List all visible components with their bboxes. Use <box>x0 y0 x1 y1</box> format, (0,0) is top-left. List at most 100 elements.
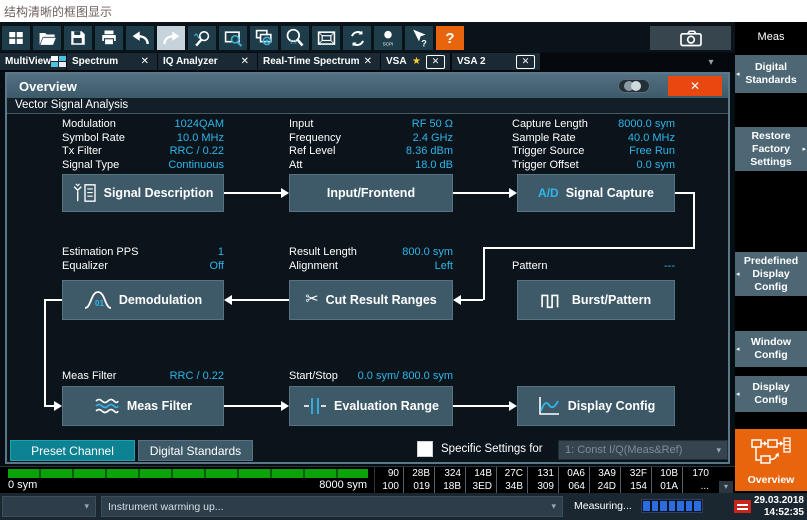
range-markers-icon <box>303 397 327 415</box>
block-label: Burst/Pattern <box>572 293 651 307</box>
fit-frame-button[interactable] <box>312 26 340 50</box>
tab-list-dropdown[interactable]: ▾ <box>700 55 722 70</box>
input-frontend-block[interactable]: Input/Frontend <box>289 174 453 212</box>
close-tab-icon[interactable]: ✕ <box>516 55 535 69</box>
capture-buffer-bar <box>8 469 368 478</box>
close-tab-icon[interactable]: ✕ <box>426 55 445 69</box>
zoom-1to1-button[interactable]: 1:1 <box>281 26 309 50</box>
softkey-digital-standards[interactable]: ◂Digital Standards <box>735 55 807 93</box>
svg-text:SCPI: SCPI <box>383 42 394 47</box>
context-help-button[interactable]: ? <box>405 26 433 50</box>
connector <box>44 299 46 406</box>
meas-filter-block[interactable]: Meas Filter <box>62 386 224 426</box>
screenshot-button[interactable] <box>650 26 731 50</box>
expand-left-icon: ◂ <box>736 68 740 81</box>
tab-iq-analyzer[interactable]: IQ Analyzer✕ <box>158 53 257 70</box>
expand-left-icon: ◂ <box>736 268 740 281</box>
connector <box>224 405 281 407</box>
overview-toggle[interactable] <box>618 79 650 93</box>
connector <box>453 405 509 407</box>
close-tab-icon[interactable]: ✕ <box>238 56 252 67</box>
status-message-select[interactable]: Instrument warming up...▾ <box>101 496 563 517</box>
block-label: Display Config <box>568 399 656 413</box>
table-row: 90 28B 324 14B 27C 131 0A6 3A9 32F 10B 1… <box>375 467 735 480</box>
error-log-icon[interactable] <box>734 500 751 513</box>
display-config-block[interactable]: Display Config <box>517 386 675 426</box>
undo-icon <box>131 29 150 48</box>
symbol-table: 90 28B 324 14B 27C 131 0A6 3A9 32F 10B 1… <box>374 467 735 494</box>
tab-multiview[interactable]: MultiView <box>0 53 66 70</box>
zoom-screen-button[interactable] <box>219 26 247 50</box>
softkey-display-config[interactable]: ◂Display Config <box>735 376 807 412</box>
dialog-footer: Preset Channel Digital Standards Specifi… <box>7 438 728 462</box>
undo-button[interactable] <box>126 26 154 50</box>
connector <box>224 192 281 194</box>
cut-result-ranges-block[interactable]: ✂ Cut Result Ranges <box>289 280 453 320</box>
softkey-overview[interactable]: Overview <box>735 429 807 491</box>
scpi-icon: SCPI <box>378 28 398 48</box>
redo-button[interactable] <box>157 26 185 50</box>
chevron-down-icon: ▾ <box>716 445 721 456</box>
block-label: Meas Filter <box>127 399 192 413</box>
zoom-screen-icon <box>224 29 243 48</box>
block-diagram: Modulation1024QAM Symbol Rate10.0 MHz Tx… <box>7 114 728 438</box>
dialog-close-button[interactable]: ✕ <box>668 76 722 96</box>
close-tab-icon[interactable]: ✕ <box>138 56 152 67</box>
connector <box>693 192 695 249</box>
zoom-trace-icon <box>193 29 212 48</box>
arrowhead <box>281 188 289 198</box>
table-scroll-down-button[interactable]: ▾ <box>719 481 733 493</box>
scale-end-label: 8000 sym <box>319 479 367 491</box>
connector <box>44 299 62 301</box>
signal-description-block[interactable]: Signal Description <box>62 174 224 212</box>
scpi-button[interactable]: SCPI <box>374 26 402 50</box>
filter-waves-icon <box>94 397 120 415</box>
specific-settings-window-select[interactable]: 1: Const I/Q(Meas&Ref) ▾ <box>558 440 728 460</box>
fit-frame-icon <box>317 29 336 48</box>
open-button[interactable] <box>33 26 61 50</box>
arrowhead <box>281 401 289 411</box>
antenna-document-icon <box>73 183 97 203</box>
zoom-trace-button[interactable] <box>188 26 216 50</box>
open-folder-icon <box>38 29 57 48</box>
tab-vsa2[interactable]: VSA 2✕ <box>452 53 540 70</box>
table-row: 100 019 18B 3ED 34B 309 064 24D 154 01A … <box>375 480 735 493</box>
connector <box>675 192 695 194</box>
dialog-section-label: Vector Signal Analysis <box>7 98 728 114</box>
demodulation-block[interactable]: 01 Demodulation <box>62 280 224 320</box>
burst-pulse-icon <box>541 290 565 310</box>
camera-icon <box>678 28 704 48</box>
meas-filter-params: Meas FilterRRC / 0.22 <box>62 370 224 384</box>
specific-settings-checkbox[interactable] <box>417 441 433 457</box>
softkey-window-config[interactable]: ◂Window Config <box>735 331 807 367</box>
preset-channel-button[interactable]: Preset Channel <box>10 440 135 461</box>
softkey-restore-factory-settings[interactable]: Restore Factory Settings▸ <box>735 127 807 171</box>
tab-vsa[interactable]: VSA★✕ <box>381 53 450 70</box>
overview-dialog: Overview ✕ Vector Signal Analysis Modula… <box>5 72 730 464</box>
ad-converter-icon: A/D <box>538 186 559 200</box>
connector <box>453 192 509 194</box>
chevron-down-icon: ▾ <box>551 501 556 512</box>
save-button[interactable] <box>64 26 92 50</box>
svg-text:?: ? <box>421 38 427 48</box>
sync-button[interactable] <box>343 26 371 50</box>
tab-realtime-spectrum[interactable]: Real-Time Spectrum✕ <box>258 53 380 70</box>
signal-capture-block[interactable]: A/D Signal Capture <box>517 174 675 212</box>
arrowhead <box>509 188 517 198</box>
chevron-down-icon: ▾ <box>84 501 89 512</box>
print-button[interactable] <box>95 26 123 50</box>
windows-menu-button[interactable] <box>2 26 30 50</box>
zoom-multiple-button[interactable] <box>250 26 278 50</box>
softkey-bar: Meas ◂Digital Standards Restore Factory … <box>735 22 807 493</box>
softkey-predefined-display-config[interactable]: ◂Predefined Display Config <box>735 252 807 296</box>
cursor-help-icon: ? <box>409 28 429 48</box>
help-button[interactable]: ? <box>436 26 464 50</box>
status-bar: ▾ Instrument warming up...▾ Measuring...… <box>0 493 807 520</box>
status-left-select[interactable]: ▾ <box>2 496 96 517</box>
tab-spectrum[interactable]: Spectrum✕ <box>67 53 157 70</box>
block-label: Signal Description <box>104 186 214 200</box>
burst-pattern-block[interactable]: Burst/Pattern <box>517 280 675 320</box>
evaluation-range-block[interactable]: Evaluation Range <box>289 386 453 426</box>
digital-standards-button[interactable]: Digital Standards <box>138 440 253 461</box>
close-tab-icon[interactable]: ✕ <box>361 56 375 67</box>
